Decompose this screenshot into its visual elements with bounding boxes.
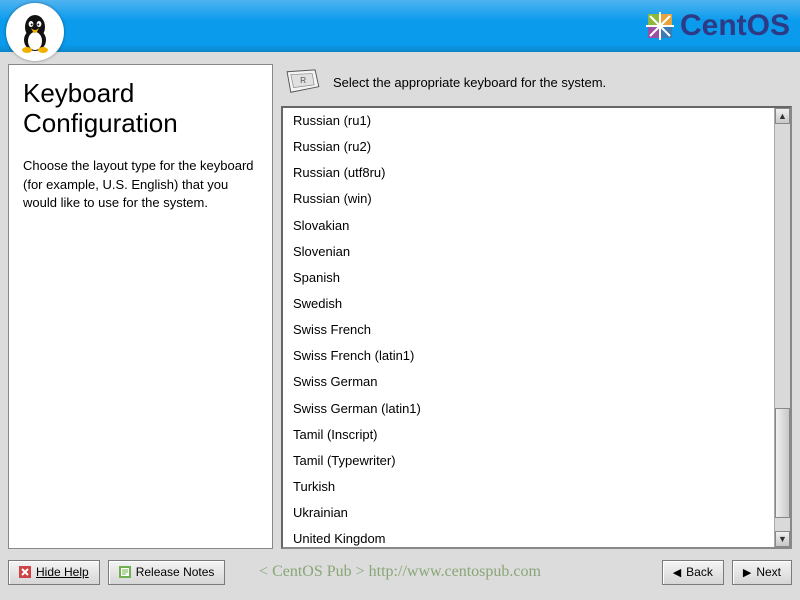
keyboard-option[interactable]: Russian (win) — [283, 186, 774, 212]
penguin-icon — [15, 10, 55, 54]
brand: CentOS — [646, 9, 790, 43]
hide-help-label: Hide Help — [36, 565, 89, 579]
scrollbar[interactable]: ▲ ▼ — [774, 108, 790, 547]
arrow-right-icon: ▶ — [743, 566, 751, 579]
scroll-up-button[interactable]: ▲ — [775, 108, 790, 124]
keyboard-option[interactable]: Russian (utf8ru) — [283, 160, 774, 186]
scroll-thumb[interactable] — [775, 408, 790, 518]
keyboard-option[interactable]: Spanish — [283, 265, 774, 291]
keyboard-option[interactable]: Russian (ru2) — [283, 134, 774, 160]
release-notes-label: Release Notes — [136, 565, 215, 579]
back-label: Back — [686, 565, 713, 579]
keyboard-option[interactable]: Swedish — [283, 291, 774, 317]
help-sidebar: Keyboard Configuration Choose the layout… — [8, 64, 273, 549]
sidebar-body: Choose the layout type for the keyboard … — [23, 157, 258, 214]
release-notes-button[interactable]: Release Notes — [108, 560, 226, 585]
next-label: Next — [756, 565, 781, 579]
svg-text:R: R — [300, 75, 306, 85]
hide-help-button[interactable]: Hide Help — [8, 560, 100, 585]
scroll-down-button[interactable]: ▼ — [775, 531, 790, 547]
sidebar-title: Keyboard Configuration — [23, 79, 258, 139]
arrow-left-icon: ◀ — [673, 566, 681, 579]
header-bar: CentOS — [0, 0, 800, 52]
keyboard-option[interactable]: Tamil (Inscript) — [283, 422, 774, 448]
close-x-icon — [19, 566, 31, 578]
keyboard-option[interactable]: Swiss German — [283, 369, 774, 395]
keyboard-option[interactable]: Swiss French — [283, 317, 774, 343]
keyboard-option[interactable]: Russian (ru1) — [283, 108, 774, 134]
keyboard-option[interactable]: Tamil (Typewriter) — [283, 448, 774, 474]
keyboard-option[interactable]: Slovenian — [283, 239, 774, 265]
brand-text: CentOS — [680, 9, 790, 43]
next-button[interactable]: ▶ Next — [732, 560, 792, 585]
keyboard-option[interactable]: Swiss French (latin1) — [283, 343, 774, 369]
keyboard-option[interactable]: Turkish — [283, 474, 774, 500]
tux-logo — [6, 3, 64, 61]
centos-icon — [646, 12, 674, 40]
keyboard-option[interactable]: Swiss German (latin1) — [283, 396, 774, 422]
back-button[interactable]: ◀ Back — [662, 560, 724, 585]
keyboard-option[interactable]: Slovakian — [283, 213, 774, 239]
prompt-text: Select the appropriate keyboard for the … — [333, 75, 606, 90]
keyboard-key-icon: R — [283, 68, 321, 96]
keyboard-option[interactable]: Ukrainian — [283, 500, 774, 526]
document-icon — [119, 566, 131, 578]
keyboard-list[interactable]: Russian (ru1)Russian (ru2)Russian (utf8r… — [283, 108, 774, 547]
keyboard-option[interactable]: United Kingdom — [283, 526, 774, 547]
